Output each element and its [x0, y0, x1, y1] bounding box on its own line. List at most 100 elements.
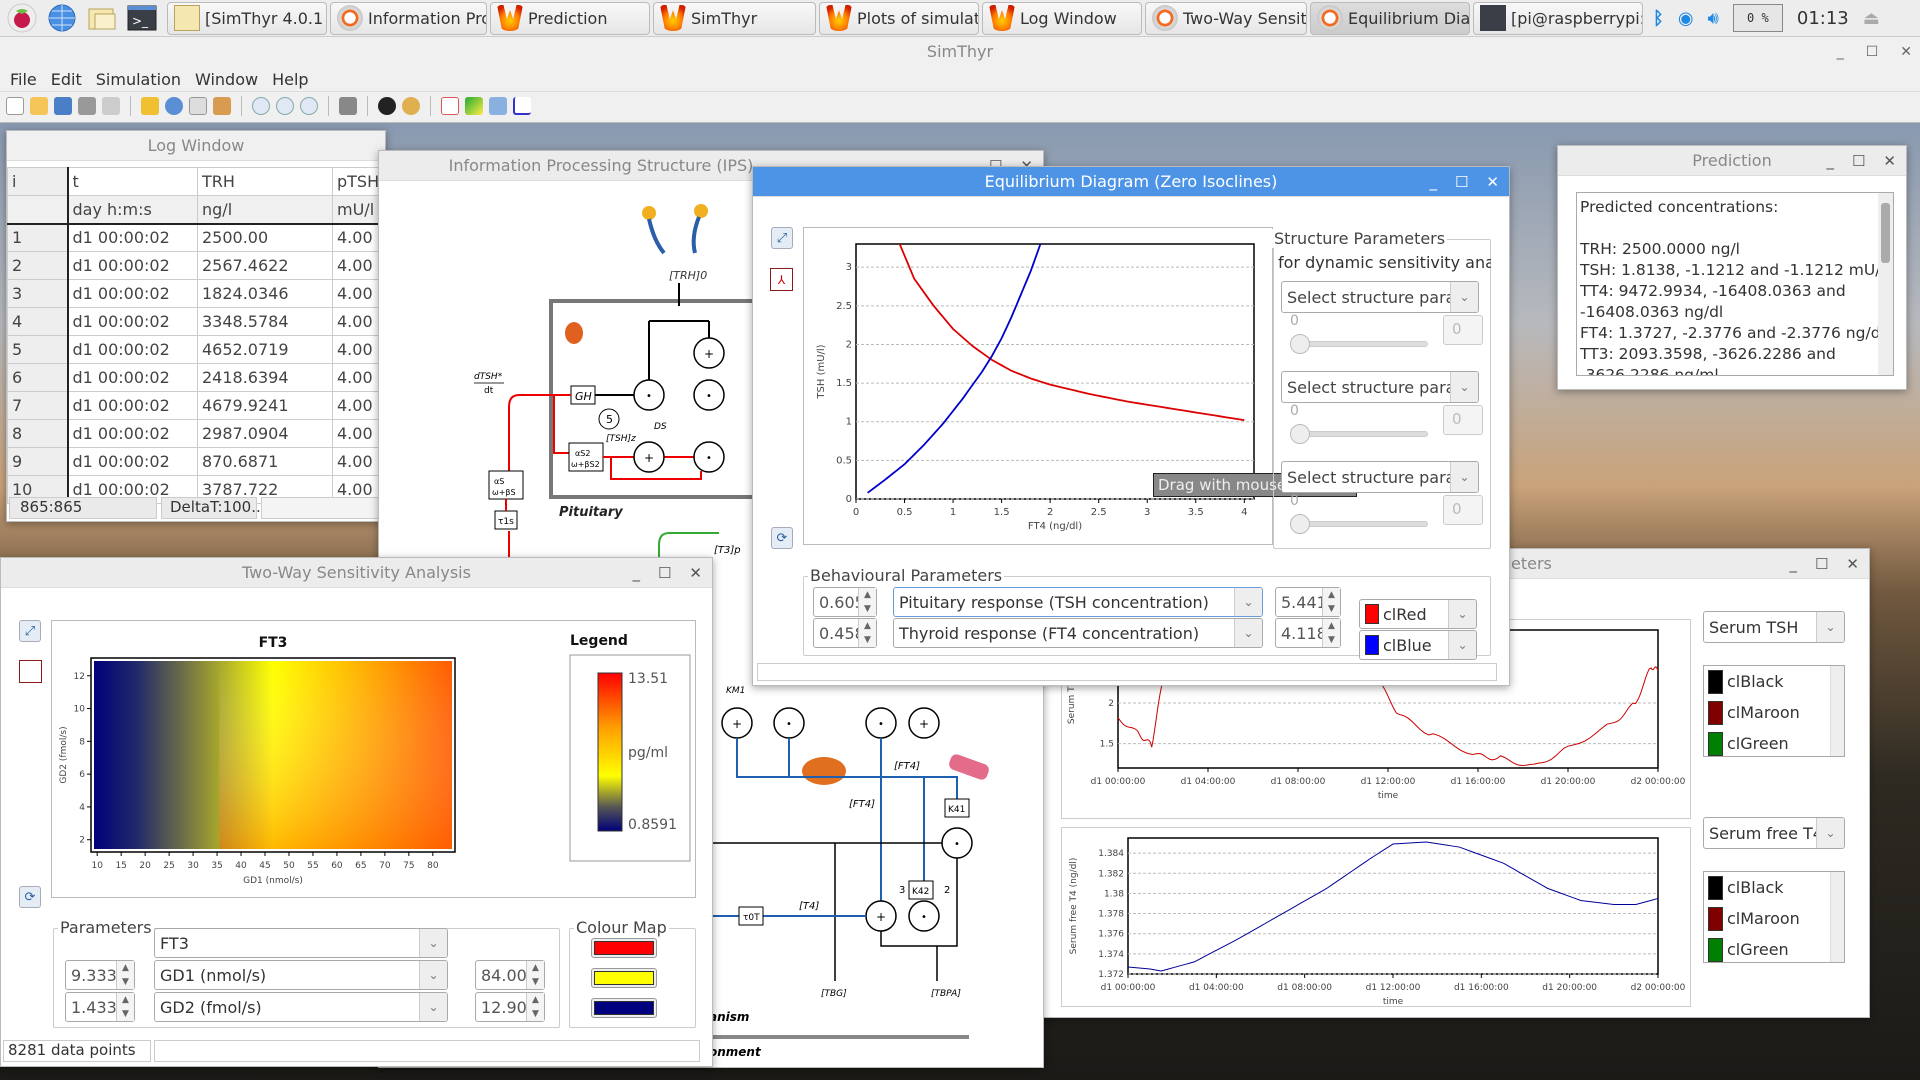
save-as-icon[interactable] [78, 96, 96, 115]
maximize-button[interactable]: ☐ [1866, 37, 1879, 67]
table-cell[interactable]: 4652.0719 [197, 335, 333, 364]
slider-knob[interactable] [1290, 334, 1310, 354]
eject-icon[interactable]: ⏏ [1863, 8, 1880, 29]
structure-parameter-select[interactable]: Select structure parame ⌄ [1281, 281, 1479, 313]
colour-map-mid-button[interactable] [591, 968, 657, 988]
taskbar-task[interactable]: Plots of simulat... [819, 1, 979, 35]
prediction-text[interactable]: Predicted concentrations: TRH: 2500.0000 … [1576, 192, 1894, 376]
stepper-down-icon[interactable]: ▼ [122, 977, 129, 987]
table-row[interactable]: 6 d1 00:00:02 2418.6394 4.00 [7, 363, 385, 392]
column-header[interactable]: i [7, 167, 69, 196]
taskbar-task[interactable]: [SimThyr 4.0.1 S... [167, 1, 327, 35]
table-cell[interactable]: 4679.9241 [197, 391, 333, 420]
table-cell[interactable]: 7 [7, 391, 69, 420]
structure-parameter-select[interactable]: Select structure parame ⌄ [1281, 371, 1479, 403]
taskbar-task[interactable]: [pi@raspberrypi:... [1473, 1, 1643, 35]
plot2-parameter-select[interactable]: Serum free T4 ⌄ [1703, 817, 1845, 849]
stepper-up-icon[interactable]: ▲ [532, 963, 539, 973]
chevron-down-icon[interactable]: ⌄ [1448, 631, 1476, 659]
color-option[interactable]: clBlack [1704, 666, 1844, 697]
behaviour-parameter-select[interactable]: Thyroid response (FT4 concentration) ⌄ [893, 618, 1263, 648]
table-cell[interactable]: d1 00:00:02 [67, 335, 198, 364]
x-min-input[interactable]: 9.333 ▲ ▼ [65, 960, 135, 990]
chevron-down-icon[interactable]: ⌄ [419, 961, 447, 989]
table-cell[interactable]: 1824.0346 [197, 279, 333, 308]
structure-slider[interactable] [1290, 514, 1428, 534]
color-option[interactable]: clGreen [1704, 728, 1844, 759]
stepper-up-icon[interactable]: ▲ [1328, 590, 1335, 600]
sensitivity-icon[interactable] [465, 96, 483, 115]
table-cell[interactable]: 4.00 [331, 251, 385, 280]
print-icon[interactable] [102, 96, 120, 115]
scrollbar[interactable] [1878, 193, 1893, 375]
x-parameter-select[interactable]: GD1 (nmol/s) ⌄ [154, 960, 448, 990]
table-row[interactable]: 3 d1 00:00:02 1824.0346 4.00 [7, 279, 385, 308]
table-cell[interactable]: 3 [7, 279, 69, 308]
save-icon[interactable] [54, 96, 72, 115]
table-cell[interactable]: 8 [7, 419, 69, 448]
raspberry-menu-icon[interactable] [4, 2, 40, 34]
chevron-down-icon[interactable]: ⌄ [1234, 588, 1262, 616]
wifi-icon[interactable]: ◉ [1678, 8, 1694, 29]
terminal-icon[interactable]: >_ [124, 2, 160, 34]
maximize-button[interactable]: ☐ [658, 558, 671, 588]
structure-slider[interactable] [1290, 424, 1428, 444]
table-cell[interactable]: 4.00 [331, 279, 385, 308]
table-cell[interactable]: d1 00:00:02 [67, 363, 198, 392]
equilibrium-chart[interactable]: 0 0.5 1 1.5 2 2.5 3 0 0.5 1 1.5 2 2.5 3 3.5 4 FT4 (ng/dl… [804, 228, 1274, 546]
stepper-down-icon[interactable]: ▼ [864, 604, 871, 614]
table-cell[interactable]: 5 [7, 335, 69, 364]
table-cell[interactable]: 3348.5784 [197, 307, 333, 336]
structure-value-input[interactable]: 0 [1443, 405, 1483, 435]
y-max-input[interactable]: 12.90 ▲ ▼ [475, 992, 545, 1022]
file-manager-icon[interactable] [84, 2, 120, 34]
color-option[interactable]: clBlack [1704, 872, 1844, 903]
taskbar-task[interactable]: Two-Way Sensit... [1145, 1, 1307, 35]
chevron-down-icon[interactable]: ⌄ [1816, 818, 1844, 848]
slider-knob[interactable] [1290, 514, 1310, 534]
plot-icon[interactable] [441, 96, 459, 115]
table-cell[interactable]: 2567.4622 [197, 251, 333, 280]
slider-knob[interactable] [1290, 424, 1310, 444]
taskbar-task[interactable]: Prediction [490, 1, 650, 35]
menu-simulation[interactable]: Simulation [96, 70, 181, 89]
table-cell[interactable]: 870.6871 [197, 447, 333, 476]
refresh-button[interactable]: ⟳ [771, 527, 793, 549]
menu-help[interactable]: Help [272, 70, 308, 89]
taskbar-task[interactable]: Equilibrium Diag... [1310, 1, 1470, 35]
chevron-down-icon[interactable]: ⌄ [1234, 619, 1262, 647]
table-row[interactable]: 9 d1 00:00:02 870.6871 4.00 [7, 447, 385, 476]
column-header[interactable]: t [67, 167, 198, 196]
table-cell[interactable]: 4.00 [331, 335, 385, 364]
stepper-down-icon[interactable]: ▼ [532, 977, 539, 987]
bluetooth-icon[interactable]: ᛒ [1653, 8, 1664, 29]
behaviour-min-input[interactable]: 0.458 ▲ ▼ [813, 618, 877, 648]
log-table[interactable]: i t TRH pTSH day h:m:s ng/l mU/l 1 d1 00:00:02 25… [7, 167, 385, 504]
chevron-down-icon[interactable]: ⌄ [1448, 600, 1476, 628]
table-cell[interactable]: 4.00 [331, 391, 385, 420]
color-option[interactable]: clMaroon [1704, 697, 1844, 728]
color-option[interactable]: clGreen [1704, 934, 1844, 965]
y-min-input[interactable]: 1.433 ▲ ▼ [65, 992, 135, 1022]
copy-icon[interactable] [189, 96, 207, 115]
curve-color-select[interactable]: clRed ⌄ [1359, 599, 1477, 629]
table-row[interactable]: 4 d1 00:00:02 3348.5784 4.00 [7, 307, 385, 336]
equilibrium-icon[interactable] [513, 96, 531, 115]
table-cell[interactable]: 9 [7, 447, 69, 476]
table-row[interactable]: 2 d1 00:00:02 2567.4622 4.00 [7, 251, 385, 280]
open-icon[interactable] [30, 96, 48, 115]
menu-file[interactable]: File [10, 70, 37, 89]
parameters-icon[interactable] [378, 96, 396, 115]
table-cell[interactable]: 6 [7, 363, 69, 392]
stepper-up-icon[interactable]: ▲ [864, 590, 871, 600]
stepper-down-icon[interactable]: ▼ [864, 635, 871, 645]
table-row[interactable]: 1 d1 00:00:02 2500.00 4.00 [7, 223, 385, 252]
table-cell[interactable]: 2987.0904 [197, 419, 333, 448]
stepper-up-icon[interactable]: ▲ [1328, 621, 1335, 631]
table-row[interactable]: 7 d1 00:00:02 4679.9241 4.00 [7, 391, 385, 420]
minimize-button[interactable]: _ [1789, 549, 1797, 579]
stepper-down-icon[interactable]: ▼ [1328, 635, 1335, 645]
table-row[interactable]: 5 d1 00:00:02 4652.0719 4.00 [7, 335, 385, 364]
zoom-fit-button[interactable]: ⤢ [19, 620, 41, 642]
taskbar-task[interactable]: Log Window [982, 1, 1142, 35]
